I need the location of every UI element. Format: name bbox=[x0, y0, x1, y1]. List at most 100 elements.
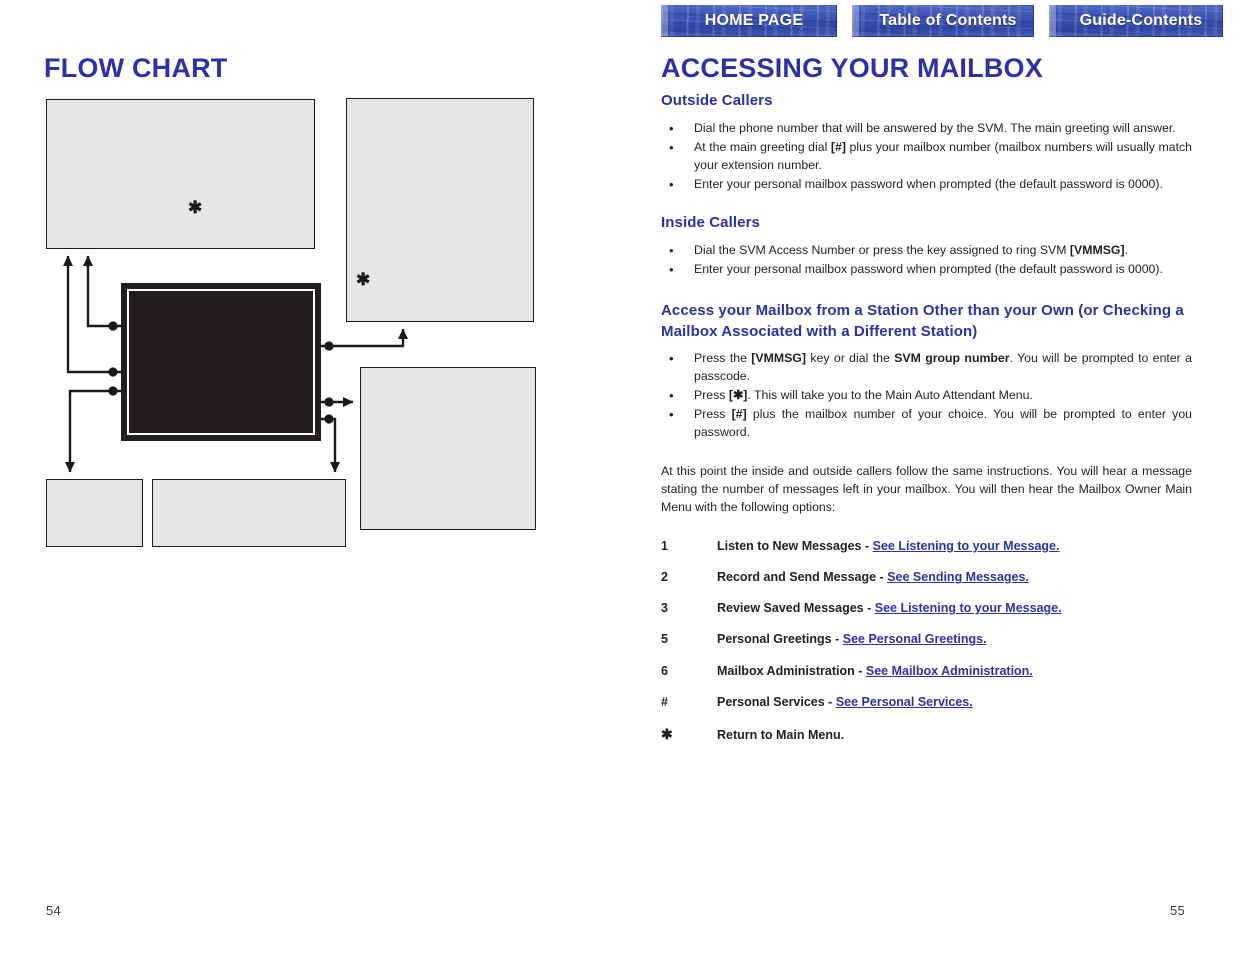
list-item-text: Press [✱]. This will take you to the Mai… bbox=[694, 387, 1192, 405]
bullet-icon: • bbox=[669, 139, 674, 155]
list-item-text: Enter your personal mailbox password whe… bbox=[694, 261, 1163, 276]
mailbox-main-menu-options: 1 Listen to New Messages - See Listening… bbox=[661, 537, 1192, 745]
list-item: • Dial the phone number that will be ans… bbox=[661, 120, 1192, 138]
bullet-icon: • bbox=[669, 120, 674, 136]
outside-callers-list: • Dial the phone number that will be ans… bbox=[661, 120, 1192, 194]
document-spread: FLOW CHART ✱ ✱ 54 HOME PAGE Table of Con… bbox=[0, 0, 1235, 954]
menu-option-label: Review Saved Messages - See Listening to… bbox=[717, 599, 1062, 617]
left-page: FLOW CHART ✱ ✱ 54 bbox=[0, 0, 617, 954]
list-item: • Press the [VMMSG] key or dial the SVM … bbox=[661, 350, 1192, 386]
list-item-text: At the main greeting dial [#] plus your … bbox=[694, 139, 1192, 175]
flow-box-mid-right bbox=[360, 367, 536, 530]
link-sending-messages[interactable]: See Sending Messages. bbox=[887, 570, 1029, 584]
menu-option-label: Personal Services - See Personal Service… bbox=[717, 693, 973, 711]
page-number-right: 55 bbox=[1170, 903, 1186, 918]
asterisk-marker: ✱ bbox=[188, 198, 203, 217]
menu-option-key-asterisk: ✱ bbox=[661, 726, 673, 743]
menu-option-key: 3 bbox=[661, 601, 668, 616]
text-part: plus the mailbox number of your choice. … bbox=[694, 406, 1192, 439]
list-item-text: Enter your personal mailbox password whe… bbox=[694, 176, 1163, 191]
page-title-accessing-your-mailbox: ACCESSING YOUR MAILBOX bbox=[661, 53, 1043, 83]
menu-option-key: 1 bbox=[661, 538, 668, 553]
menu-option-row: 1 Listen to New Messages - See Listening… bbox=[661, 537, 1192, 555]
navigation-bar: HOME PAGE Table of Contents Guide-Conten… bbox=[661, 5, 1223, 37]
table-of-contents-button-label: Table of Contents bbox=[879, 12, 1017, 29]
list-item: • Press [✱]. This will take you to the M… bbox=[661, 387, 1192, 405]
menu-option-row: 5 Personal Greetings - See Personal Gree… bbox=[661, 630, 1192, 648]
section-heading-inside-callers: Inside Callers bbox=[661, 213, 760, 231]
right-page-content: Outside Callers • Dial the phone number … bbox=[661, 90, 1192, 758]
text-part: Press the bbox=[694, 351, 752, 366]
menu-option-label: Mailbox Administration - See Mailbox Adm… bbox=[717, 662, 1033, 680]
link-personal-greetings[interactable]: See Personal Greetings. bbox=[843, 632, 987, 646]
link-mailbox-administration[interactable]: See Mailbox Administration. bbox=[866, 664, 1033, 678]
right-page: HOME PAGE Table of Contents Guide-Conten… bbox=[617, 0, 1235, 954]
menu-option-label: Record and Send Message - See Sending Me… bbox=[717, 568, 1029, 586]
keypad-token: [✱] bbox=[728, 388, 748, 402]
emphasis-token: SVM group number bbox=[894, 351, 1010, 366]
flow-chart-diagram: ✱ ✱ bbox=[0, 0, 617, 954]
list-item-text: Dial the phone number that will be answe… bbox=[694, 120, 1176, 135]
menu-option-row: 6 Mailbox Administration - See Mailbox A… bbox=[661, 662, 1192, 680]
link-listen-to-your-message[interactable]: See Listening to your Message. bbox=[873, 539, 1060, 553]
table-of-contents-button[interactable]: Table of Contents bbox=[852, 5, 1034, 37]
asterisk-marker: ✱ bbox=[356, 270, 371, 289]
menu-option-row: ✱ Return to Main Menu. bbox=[661, 724, 1192, 744]
menu-option-text: Listen to New Messages - bbox=[717, 538, 873, 553]
home-page-button-label: HOME PAGE bbox=[704, 12, 804, 29]
menu-option-key: 5 bbox=[661, 632, 668, 647]
inside-callers-list: • Dial the SVM Access Number or press th… bbox=[661, 242, 1192, 279]
list-item: • Dial the SVM Access Number or press th… bbox=[661, 242, 1192, 260]
other-station-list: • Press the [VMMSG] key or dial the SVM … bbox=[661, 350, 1192, 442]
list-item: • Enter your personal mailbox password w… bbox=[661, 176, 1192, 194]
menu-option-key: 6 bbox=[661, 663, 668, 678]
menu-option-key: 2 bbox=[661, 569, 668, 584]
section-heading-access-other-station: Access your Mailbox from a Station Other… bbox=[661, 301, 1184, 340]
link-personal-services[interactable]: See Personal Services. bbox=[836, 695, 973, 709]
bullet-icon: • bbox=[669, 261, 674, 277]
menu-option-label: Return to Main Menu. bbox=[717, 728, 845, 743]
flow-box-center-filled bbox=[121, 283, 321, 441]
flow-box-bottom-middle bbox=[152, 479, 346, 547]
list-item-text: Dial the SVM Access Number or press the … bbox=[694, 242, 1192, 260]
menu-option-key: # bbox=[661, 694, 668, 709]
menu-option-row: 3 Review Saved Messages - See Listening … bbox=[661, 599, 1192, 617]
flow-box-top-left: ✱ bbox=[46, 99, 315, 249]
menu-option-text: Record and Send Message - bbox=[717, 569, 888, 584]
page-number-left: 54 bbox=[46, 903, 62, 918]
bullet-icon: • bbox=[669, 406, 674, 422]
summary-paragraph: At this point the inside and outside cal… bbox=[661, 463, 1192, 514]
menu-option-row: 2 Record and Send Message - See Sending … bbox=[661, 568, 1192, 586]
guide-contents-button[interactable]: Guide-Contents bbox=[1049, 5, 1223, 37]
keypad-token: [VMMSG] bbox=[751, 351, 806, 366]
keypad-token: [VMMSG] bbox=[1069, 242, 1125, 257]
list-item: • Press [#] plus the mailbox number of y… bbox=[661, 406, 1192, 442]
menu-option-text: Mailbox Administration - bbox=[717, 663, 866, 678]
section-heading-outside-callers: Outside Callers bbox=[661, 92, 773, 109]
text-part: Dial the SVM Access Number or press the … bbox=[694, 242, 1070, 257]
bullet-icon: • bbox=[669, 176, 674, 192]
flow-box-bottom-left bbox=[46, 479, 143, 547]
link-listen-to-your-message-saved[interactable]: See Listening to your Message. bbox=[875, 601, 1062, 615]
list-item: • At the main greeting dial [#] plus you… bbox=[661, 139, 1192, 175]
menu-option-label: Personal Greetings - See Personal Greeti… bbox=[717, 630, 987, 648]
flow-box-top-right: ✱ bbox=[346, 98, 534, 322]
text-part: Press bbox=[694, 406, 732, 421]
bullet-icon: • bbox=[669, 242, 674, 258]
list-item-text: Press [#] plus the mailbox number of you… bbox=[694, 406, 1192, 442]
text-part: . This will take you to the Main Auto At… bbox=[747, 388, 1033, 402]
text-part: . bbox=[1124, 242, 1128, 257]
menu-option-text: Personal Services - bbox=[717, 694, 836, 709]
home-page-button[interactable]: HOME PAGE bbox=[661, 5, 837, 37]
guide-contents-button-label: Guide-Contents bbox=[1079, 12, 1203, 29]
keypad-token: [#] bbox=[731, 406, 747, 421]
menu-option-label: Listen to New Messages - See Listening t… bbox=[717, 537, 1059, 555]
text-part: Press bbox=[694, 388, 729, 402]
menu-option-text: Review Saved Messages - bbox=[717, 601, 875, 616]
text-part: key or dial the bbox=[805, 351, 895, 366]
list-item: • Enter your personal mailbox password w… bbox=[661, 261, 1192, 279]
menu-option-text: Personal Greetings - bbox=[717, 632, 843, 647]
keypad-token: [#] bbox=[830, 139, 846, 154]
text-part: At the main greeting dial bbox=[694, 139, 831, 154]
bullet-icon: • bbox=[669, 388, 674, 403]
